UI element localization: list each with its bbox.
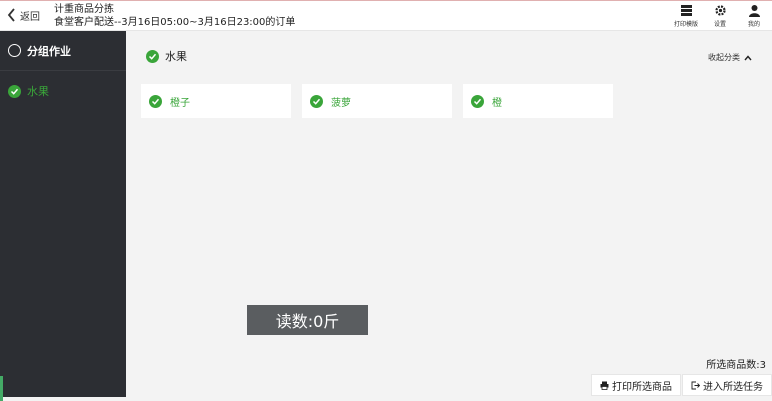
enter-icon	[691, 381, 700, 389]
print-template-button[interactable]: 打印模版	[674, 4, 698, 28]
collapse-category-button[interactable]: 收起分类	[708, 52, 752, 63]
sidebar-item-label: 水果	[27, 85, 49, 98]
product-card[interactable]: 橙子	[141, 84, 291, 118]
collapse-label: 收起分类	[708, 53, 740, 62]
back-label: 返回	[20, 11, 40, 23]
profile-label: 我的	[747, 21, 760, 28]
settings-button[interactable]: 设置	[708, 4, 732, 28]
print-template-icon	[680, 5, 692, 16]
product-label: 橙	[492, 97, 502, 109]
profile-button[interactable]: 我的	[742, 4, 766, 28]
check-circle-icon	[146, 49, 159, 63]
category-title: 水果	[165, 50, 187, 63]
sidebar-item-fruit[interactable]: 水果	[0, 71, 126, 111]
product-card[interactable]: 菠萝	[302, 84, 452, 118]
top-header: 返回 计重商品分拣 食堂客户配送--3月16日05:00~3月16日23:00的…	[0, 0, 772, 31]
print-selected-button[interactable]: 打印所选商品	[591, 374, 681, 396]
product-cards: 橙子 菠萝 橙	[141, 84, 613, 118]
check-circle-icon	[471, 94, 484, 108]
gear-icon	[714, 5, 726, 16]
selected-count: 所选商品数:3	[706, 360, 766, 371]
unchecked-circle-icon	[8, 44, 21, 57]
chevron-up-icon	[744, 54, 752, 60]
sidebar-edge-marker	[0, 376, 3, 401]
chevron-left-icon	[7, 8, 15, 22]
check-circle-icon	[310, 94, 323, 108]
print-template-label: 打印模版	[674, 21, 699, 28]
top-actions: 打印模版 设置 我的	[674, 4, 766, 28]
sidebar: 分组作业 水果	[0, 31, 126, 401]
printer-icon	[600, 381, 609, 390]
page-title: 计重商品分拣	[54, 4, 114, 15]
title-block: 计重商品分拣 食堂客户配送--3月16日05:00~3月16日23:00的订单	[54, 3, 295, 29]
settings-label: 设置	[713, 21, 726, 28]
product-card[interactable]: 橙	[463, 84, 613, 118]
product-label: 橙子	[170, 97, 190, 109]
enter-task-label: 进入所选任务	[703, 381, 763, 393]
enter-task-button[interactable]: 进入所选任务	[682, 374, 772, 396]
sidebar-item-group-task[interactable]: 分组作业	[0, 31, 126, 71]
scale-reading: 读数:0斤	[247, 305, 368, 335]
main-content: 水果 收起分类 橙子 菠萝 橙 读数:0斤 所选商品数:3 打印所选商品 进入所…	[126, 31, 772, 397]
category-header[interactable]: 水果	[146, 48, 187, 64]
sidebar-item-label: 分组作业	[27, 44, 71, 58]
back-button[interactable]: 返回	[6, 7, 40, 23]
check-circle-icon	[8, 84, 21, 98]
page-subtitle: 食堂客户配送--3月16日05:00~3月16日23:00的订单	[54, 17, 296, 28]
print-selected-label: 打印所选商品	[612, 381, 672, 393]
product-label: 菠萝	[331, 97, 351, 109]
user-icon	[748, 5, 760, 17]
check-circle-icon	[149, 94, 162, 108]
